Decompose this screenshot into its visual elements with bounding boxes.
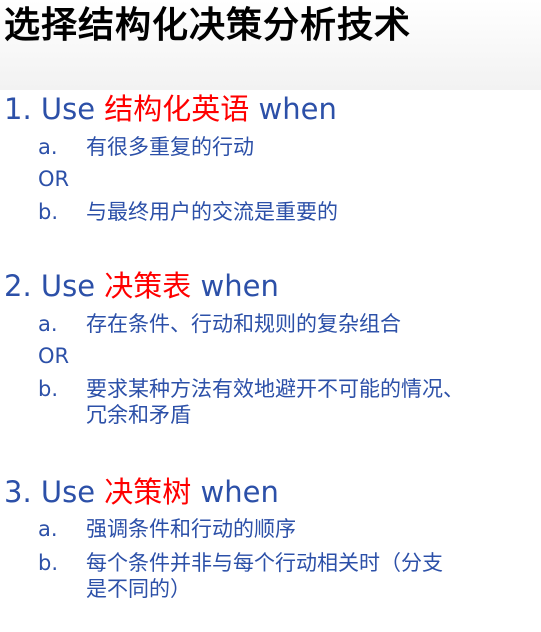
section-3-item-a: a. 强调条件和行动的顺序 [38,516,296,542]
when-word: when [258,92,337,126]
technique-name: 决策表 [104,269,192,303]
section-2-item-b: b. 要求某种方法有效地避开不可能的情况、 冗余和矛盾 [38,376,464,428]
item-text: 有很多重复的行动 [86,135,254,159]
or-label: OR [38,167,70,191]
item-text-continued: 冗余和矛盾 [86,403,191,427]
section-number: 1. [4,92,32,126]
when-word: when [200,269,279,303]
section-2-heading: 2. Use 决策表 when [4,268,279,304]
use-word: Use [40,475,96,509]
page-title: 选择结构化决策分析技术 [4,5,412,46]
item-marker: a. [38,135,58,159]
use-word: Use [40,92,96,126]
item-text: 与最终用户的交流是重要的 [86,200,338,224]
section-number: 2. [4,269,32,303]
use-word: Use [40,269,96,303]
or-label: OR [38,344,70,368]
item-marker: b. [38,551,59,575]
section-1-heading: 1. Use 结构化英语 when [4,91,337,127]
when-word: when [200,475,279,509]
section-1-item-b: b. 与最终用户的交流是重要的 [38,199,338,225]
section-1-item-a: a. 有很多重复的行动 [38,134,254,160]
item-text: 要求某种方法有效地避开不可能的情况、 [86,377,464,401]
section-number: 3. [4,475,32,509]
technique-name: 决策树 [104,475,192,509]
item-marker: b. [38,377,59,401]
section-3-heading: 3. Use 决策树 when [4,474,279,510]
item-marker: a. [38,517,58,541]
section-3-item-b: b. 每个条件并非与每个行动相关时（分支 是不同的） [38,550,443,602]
item-text: 存在条件、行动和规则的复杂组合 [86,312,401,336]
item-marker: a. [38,312,58,336]
item-text: 强调条件和行动的顺序 [86,517,296,541]
item-text: 每个条件并非与每个行动相关时（分支 [86,551,443,575]
section-2-item-a: a. 存在条件、行动和规则的复杂组合 [38,311,401,337]
item-text-continued: 是不同的） [86,577,191,601]
technique-name: 结构化英语 [104,92,250,126]
item-marker: b. [38,200,59,224]
